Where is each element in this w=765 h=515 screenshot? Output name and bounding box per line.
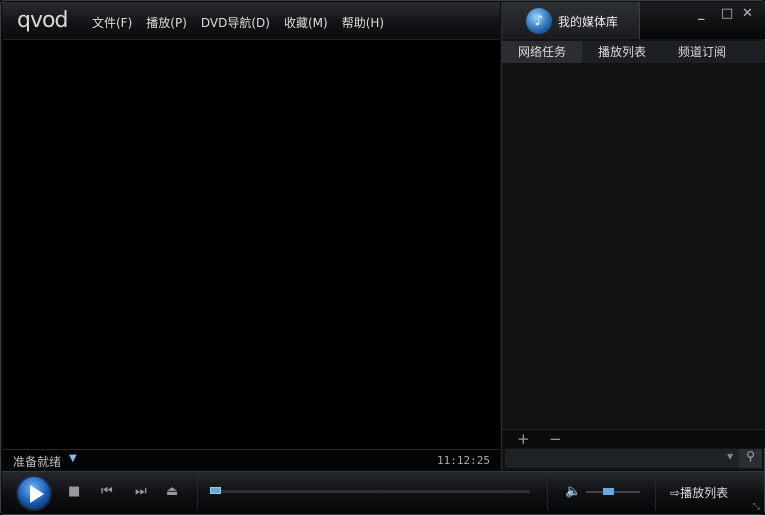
seek-bar[interactable] xyxy=(210,487,530,494)
volume-slider[interactable] xyxy=(586,488,640,495)
minimize-icon[interactable]: _ xyxy=(698,6,705,21)
remove-button[interactable]: − xyxy=(549,430,562,448)
status-text: 准备就绪 xyxy=(13,455,62,469)
eject-icon[interactable]: ⏏ xyxy=(166,484,178,499)
seek-handle[interactable] xyxy=(210,487,221,494)
title-bar: qvod 文件(F) 播放(P) DVD导航(D) 收藏(M) 帮助(H) xyxy=(2,2,500,39)
status-dropdown-icon[interactable]: ▼ xyxy=(69,453,77,464)
menu-bar: 文件(F) 播放(P) DVD导航(D) 收藏(M) 帮助(H) xyxy=(92,14,384,31)
divider xyxy=(655,476,656,510)
menu-help[interactable]: 帮助(H) xyxy=(342,14,384,31)
previous-icon[interactable]: ⏮ xyxy=(101,484,113,499)
menu-dvd[interactable]: DVD导航(D) xyxy=(201,14,270,31)
next-icon[interactable]: ⏭ xyxy=(135,484,147,499)
library-tabs: 网络任务 播放列表 频道订阅 xyxy=(502,41,765,63)
volume-handle[interactable] xyxy=(603,488,615,495)
qvod-logo: qvod xyxy=(17,8,68,33)
chevron-down-icon[interactable]: ▼ xyxy=(727,452,733,461)
playlist-label: 播放列表 xyxy=(680,486,729,500)
close-icon[interactable]: ✕ xyxy=(742,6,753,21)
list-actions: + − xyxy=(502,429,765,448)
window-controls: _ □ ✕ xyxy=(640,2,765,39)
tab-playlist[interactable]: 播放列表 xyxy=(582,41,662,63)
menu-play[interactable]: 播放(P) xyxy=(146,14,187,31)
maximize-icon[interactable]: □ xyxy=(721,6,733,21)
media-library-title: 我的媒体库 xyxy=(558,15,619,29)
resize-grip-icon[interactable]: ⤡ xyxy=(753,502,760,512)
divider xyxy=(547,476,548,510)
control-bar: ■ ⏮ ⏭ ⏏ 🔈 ⇨播放列表 ⤡ xyxy=(2,471,764,514)
search-input[interactable] xyxy=(505,449,725,468)
menu-file[interactable]: 文件(F) xyxy=(92,14,132,31)
status-bar: 准备就绪 ▼ 11:12:25 xyxy=(3,449,500,470)
playlist-button[interactable]: ⇨播放列表 xyxy=(670,484,728,501)
playlist-icon: ⇨ xyxy=(670,486,681,500)
add-button[interactable]: + xyxy=(517,430,530,448)
divider xyxy=(197,476,198,510)
music-note-icon: ♪ xyxy=(526,8,552,34)
tab-network-tasks[interactable]: 网络任务 xyxy=(502,41,582,63)
media-library-tab[interactable]: ♪ 我的媒体库 xyxy=(502,2,640,39)
task-list[interactable] xyxy=(502,63,765,429)
menu-favorites[interactable]: 收藏(M) xyxy=(284,14,328,31)
volume-icon[interactable]: 🔈 xyxy=(565,484,581,499)
media-library-panel: ♪ 我的媒体库 _ □ ✕ 网络任务 播放列表 频道订阅 + − ▼ ⚲ xyxy=(501,2,765,470)
video-area[interactable] xyxy=(3,39,500,449)
player-window: qvod 文件(F) 播放(P) DVD导航(D) 收藏(M) 帮助(H) 准备… xyxy=(0,0,765,515)
search-icon[interactable]: ⚲ xyxy=(739,449,762,468)
search-box: ▼ ⚲ xyxy=(505,449,762,468)
play-button[interactable] xyxy=(16,475,52,511)
tab-channel-subscribe[interactable]: 频道订阅 xyxy=(662,41,742,63)
clock: 11:12:25 xyxy=(437,454,490,467)
stop-icon[interactable]: ■ xyxy=(68,484,80,499)
